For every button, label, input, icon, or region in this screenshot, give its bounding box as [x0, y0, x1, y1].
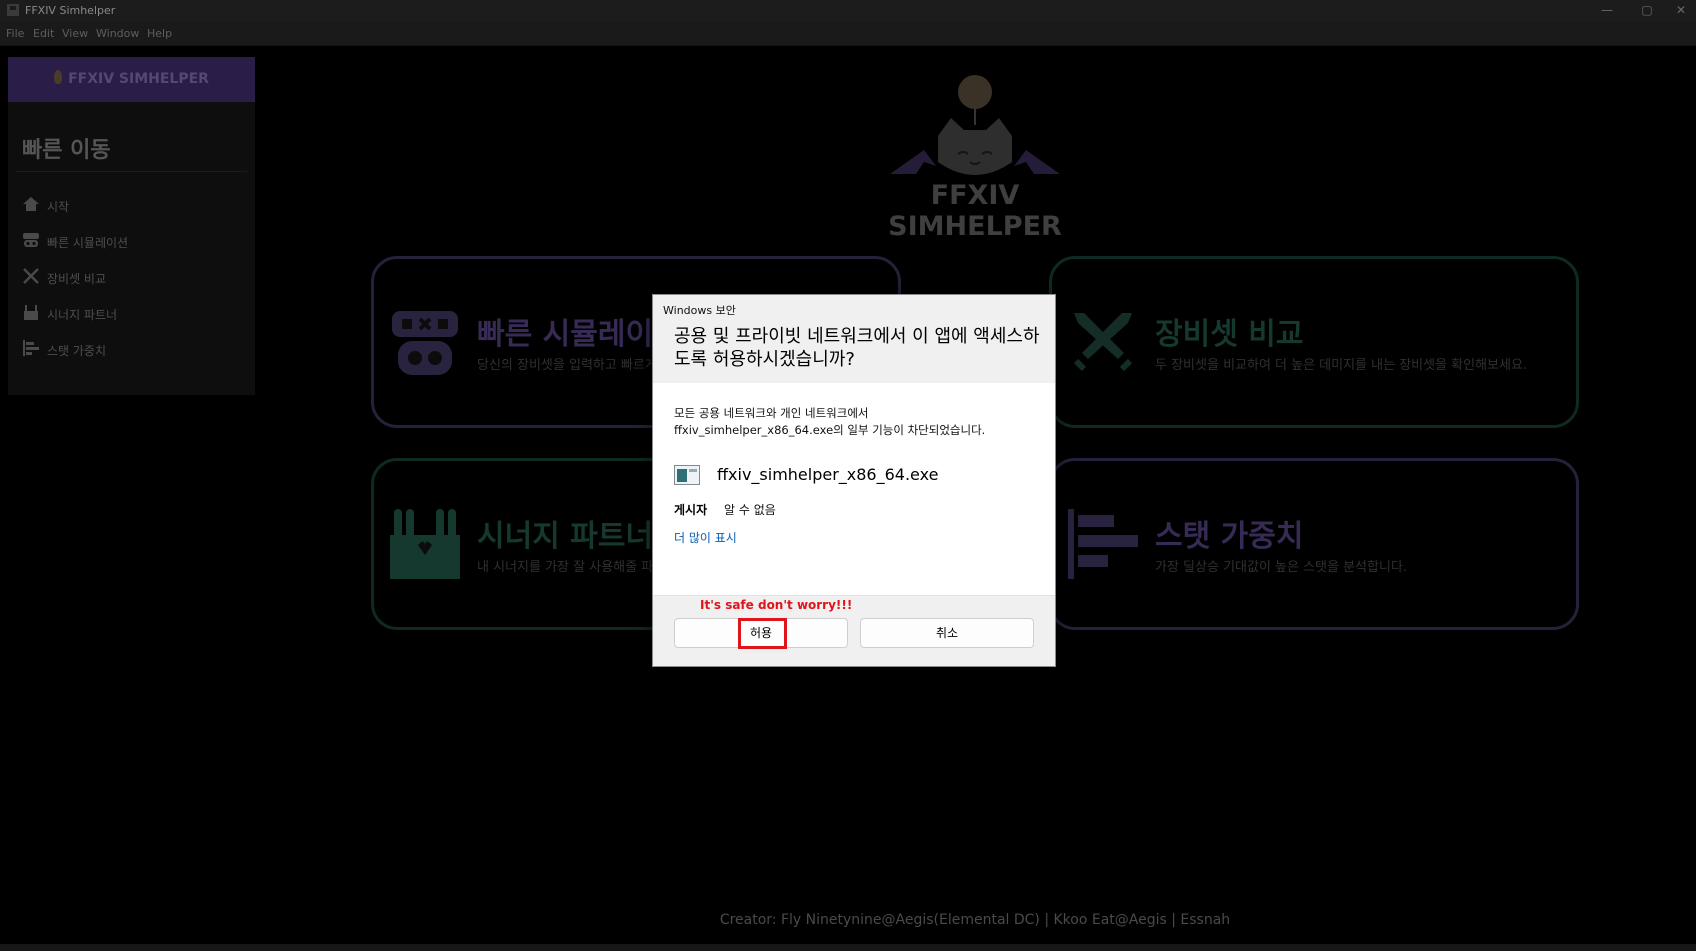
show-more-link[interactable]: 더 많이 표시: [674, 529, 737, 546]
card-title: 시너지 파트너: [477, 519, 654, 554]
card-title: 장비셋 비교: [1155, 317, 1304, 352]
close-icon[interactable]: ✕: [1664, 0, 1696, 22]
bar-chart-icon: [1068, 509, 1138, 579]
dialog-message-line: 모든 공용 네트워크와 개인 네트워크에서: [674, 406, 869, 420]
swords-icon: [1073, 313, 1133, 372]
sidebar-item-gear-compare[interactable]: 장비셋 비교: [22, 267, 242, 287]
menu-bar: File Edit View Window Help: [0, 22, 1696, 46]
brand-label: FFXIV SIMHELPER: [68, 71, 209, 87]
sidebar-item-label: 시너지 파트너: [47, 308, 118, 322]
annotation-text: It's safe don't worry!!!: [700, 598, 853, 612]
sidebar-item-synergy[interactable]: 시너지 파트너: [22, 303, 242, 323]
menu-file[interactable]: File: [6, 27, 24, 40]
menu-view[interactable]: View: [62, 27, 88, 40]
menu-help[interactable]: Help: [147, 27, 172, 40]
card-description: 두 장비셋을 비교하여 더 높은 데미지를 내는 장비셋을 확인해보세요.: [1155, 358, 1528, 373]
home-icon: [23, 197, 39, 211]
sidebar-heading: 빠른 이동: [22, 138, 111, 163]
title-bar: FFXIV Simhelper — ▢ ✕: [0, 0, 1696, 22]
card-title: 빠른 시뮬레이션: [477, 317, 681, 352]
status-strip: [0, 944, 1696, 951]
menu-edit[interactable]: Edit: [33, 27, 54, 40]
card-description: 가장 딜상승 기대값이 높은 스탯을 분석합니다.: [1155, 560, 1408, 575]
publisher-value: 알 수 없음: [724, 503, 776, 517]
sidebar: 빠른 이동 시작 빠른 시뮬레이션 장비셋 비교 시너지 파트너 스탯 가중치: [8, 102, 255, 395]
publisher-label: 게시자: [674, 503, 708, 517]
menu-window[interactable]: Window: [96, 27, 139, 40]
window-title: FFXIV Simhelper: [25, 4, 116, 17]
sidebar-item-label: 장비셋 비교: [47, 272, 107, 286]
minimize-icon[interactable]: —: [1590, 0, 1624, 22]
cancel-button[interactable]: 취소: [860, 618, 1034, 648]
sidebar-divider: [16, 171, 247, 172]
dialog-question: 공용 및 프라이빗 네트워크에서 이 앱에 액세스하도록 허용하시겠습니까?: [674, 326, 1040, 370]
sidebar-item-label: 시작: [47, 200, 70, 214]
maximize-icon[interactable]: ▢: [1630, 0, 1664, 22]
flame-icon: [54, 70, 63, 84]
robot-icon: [392, 311, 458, 375]
bar-chart-icon: [23, 340, 39, 356]
dialog-message-line: ffxiv_simhelper_x86_64.exe의 일부 기능이 차단되었습…: [674, 423, 986, 437]
card-gear-compare[interactable]: 장비셋 비교 두 장비셋을 비교하여 더 높은 데미지를 내는 장비셋을 확인해…: [1049, 256, 1579, 428]
sidebar-item-quick-sim[interactable]: 빠른 시뮬레이션: [22, 231, 242, 251]
allow-button[interactable]: 허용: [674, 618, 848, 648]
sidebar-item-start[interactable]: 시작: [22, 195, 242, 215]
dialog-window-title: Windows 보안: [663, 304, 736, 317]
security-dialog: Windows 보안 공용 및 프라이빗 네트워크에서 이 앱에 액세스하도록 …: [652, 294, 1056, 667]
bunnies-icon: [24, 305, 38, 320]
card-title: 스탯 가중치: [1155, 519, 1304, 554]
logo-text: FFXIV SIMHELPER: [888, 180, 1062, 242]
executable-name: ffxiv_simhelper_x86_64.exe: [717, 465, 939, 484]
sidebar-item-label: 스탯 가중치: [47, 344, 107, 358]
sidebar-brand[interactable]: FFXIV SIMHELPER: [8, 57, 255, 102]
card-stat-weights[interactable]: 스탯 가중치 가장 딜상승 기대값이 높은 스탯을 분석합니다.: [1049, 458, 1579, 630]
sidebar-item-label: 빠른 시뮬레이션: [47, 236, 129, 250]
robot-icon: [23, 233, 39, 247]
application-icon: [674, 465, 700, 485]
sidebar-item-stat-weights[interactable]: 스탯 가중치: [22, 339, 242, 359]
footer-credits: Creator: Fly Ninetynine@Aegis(Elemental …: [719, 912, 1231, 928]
swords-icon: [23, 268, 39, 284]
bunnies-icon: [390, 509, 460, 579]
dialog-message: 모든 공용 네트워크와 개인 네트워크에서 ffxiv_simhelper_x8…: [674, 405, 1044, 439]
app-icon: [7, 4, 19, 16]
